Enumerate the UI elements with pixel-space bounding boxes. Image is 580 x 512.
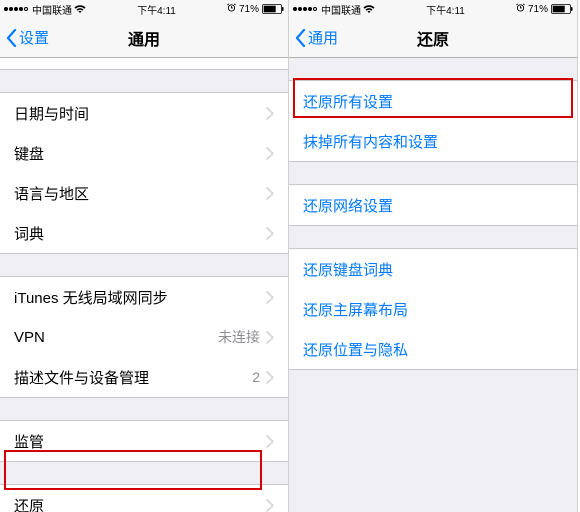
carrier-label: 中国联通	[32, 2, 72, 17]
chevron-right-icon	[266, 291, 274, 304]
battery-pct: 71%	[239, 4, 259, 15]
carrier-label: 中国联通	[321, 2, 361, 17]
row-reset-home-layout[interactable]: 还原主屏幕布局	[289, 289, 577, 329]
status-time: 下午4:11	[426, 2, 465, 17]
alarm-icon	[516, 3, 525, 15]
back-label: 设置	[19, 27, 49, 48]
group-reset-all: 还原所有设置 抹掉所有内容和设置	[289, 80, 577, 162]
nav-bar: 通用 还原	[289, 18, 577, 58]
row-label: 还原网络设置	[303, 195, 563, 216]
row-label: 抹掉所有内容和设置	[303, 131, 563, 152]
row-detail: 未连接	[218, 327, 260, 347]
battery-icon	[551, 4, 573, 14]
screen-general: 中国联通 下午4:11 71% 设置 通用 访问限制 日	[0, 0, 289, 512]
row-dictionary[interactable]: 词典	[0, 213, 288, 253]
group-regulatory: 监管	[0, 420, 288, 462]
row-label: 监管	[14, 431, 266, 452]
row-profiles[interactable]: 描述文件与设备管理 2	[0, 357, 288, 397]
battery-pct: 71%	[528, 4, 548, 15]
group-reset-network: 还原网络设置	[289, 184, 577, 226]
row-label: iTunes 无线局域网同步	[14, 287, 266, 308]
row-label: 还原主屏幕布局	[303, 299, 563, 320]
chevron-right-icon	[266, 187, 274, 200]
list-item-partial[interactable]: 访问限制	[0, 58, 288, 70]
row-reset-location-privacy[interactable]: 还原位置与隐私	[289, 329, 577, 369]
wifi-icon	[74, 5, 86, 14]
row-label: 描述文件与设备管理	[14, 367, 252, 388]
row-label: 还原位置与隐私	[303, 339, 563, 360]
chevron-right-icon	[266, 499, 274, 512]
row-label: 键盘	[14, 143, 266, 164]
row-reset-network[interactable]: 还原网络设置	[289, 185, 577, 225]
back-button[interactable]: 设置	[6, 27, 49, 48]
row-reset[interactable]: 还原	[0, 485, 288, 512]
row-label: VPN	[14, 329, 218, 346]
chevron-left-icon	[295, 29, 306, 47]
status-bar: 中国联通 下午4:11 71%	[289, 0, 577, 18]
row-label: 还原所有设置	[303, 91, 563, 112]
row-label: 词典	[14, 223, 266, 244]
chevron-right-icon	[266, 227, 274, 240]
chevron-right-icon	[266, 435, 274, 448]
row-date-time[interactable]: 日期与时间	[0, 93, 288, 133]
row-language-region[interactable]: 语言与地区	[0, 173, 288, 213]
signal-dots-icon	[4, 7, 28, 11]
back-button[interactable]: 通用	[295, 27, 338, 48]
row-vpn[interactable]: VPN 未连接	[0, 317, 288, 357]
group-date-lang: 日期与时间 键盘 语言与地区 词典	[0, 92, 288, 254]
chevron-left-icon	[6, 29, 17, 47]
group-reset: 还原	[0, 484, 288, 512]
status-bar: 中国联通 下午4:11 71%	[0, 0, 288, 18]
chevron-right-icon	[266, 371, 274, 384]
content-scroll[interactable]: 访问限制 日期与时间 键盘 语言与地区 词典 iTunes 无线局域网同步	[0, 58, 288, 512]
row-erase-all[interactable]: 抹掉所有内容和设置	[289, 121, 577, 161]
content-scroll[interactable]: 还原所有设置 抹掉所有内容和设置 还原网络设置 还原键盘词典 还原主屏幕布局 还…	[289, 58, 577, 512]
group-reset-other: 还原键盘词典 还原主屏幕布局 还原位置与隐私	[289, 248, 577, 370]
battery-icon	[262, 4, 284, 14]
row-label: 日期与时间	[14, 103, 266, 124]
alarm-icon	[227, 3, 236, 15]
nav-bar: 设置 通用	[0, 18, 288, 58]
group-itunes-vpn: iTunes 无线局域网同步 VPN 未连接 描述文件与设备管理 2	[0, 276, 288, 398]
row-keyboard[interactable]: 键盘	[0, 133, 288, 173]
row-label: 语言与地区	[14, 183, 266, 204]
chevron-right-icon	[266, 331, 274, 344]
row-regulatory[interactable]: 监管	[0, 421, 288, 461]
row-label: 还原键盘词典	[303, 259, 563, 280]
row-itunes-wifi-sync[interactable]: iTunes 无线局域网同步	[0, 277, 288, 317]
row-label: 还原	[14, 495, 266, 512]
screen-reset: 中国联通 下午4:11 71% 通用 还原 还原所有设置	[289, 0, 578, 512]
signal-dots-icon	[293, 7, 317, 11]
status-time: 下午4:11	[137, 2, 176, 17]
row-reset-all-settings[interactable]: 还原所有设置	[289, 81, 577, 121]
row-reset-keyboard-dict[interactable]: 还原键盘词典	[289, 249, 577, 289]
chevron-right-icon	[266, 107, 274, 120]
wifi-icon	[363, 5, 375, 14]
chevron-right-icon	[266, 147, 274, 160]
back-label: 通用	[308, 27, 338, 48]
row-detail: 2	[252, 369, 260, 385]
